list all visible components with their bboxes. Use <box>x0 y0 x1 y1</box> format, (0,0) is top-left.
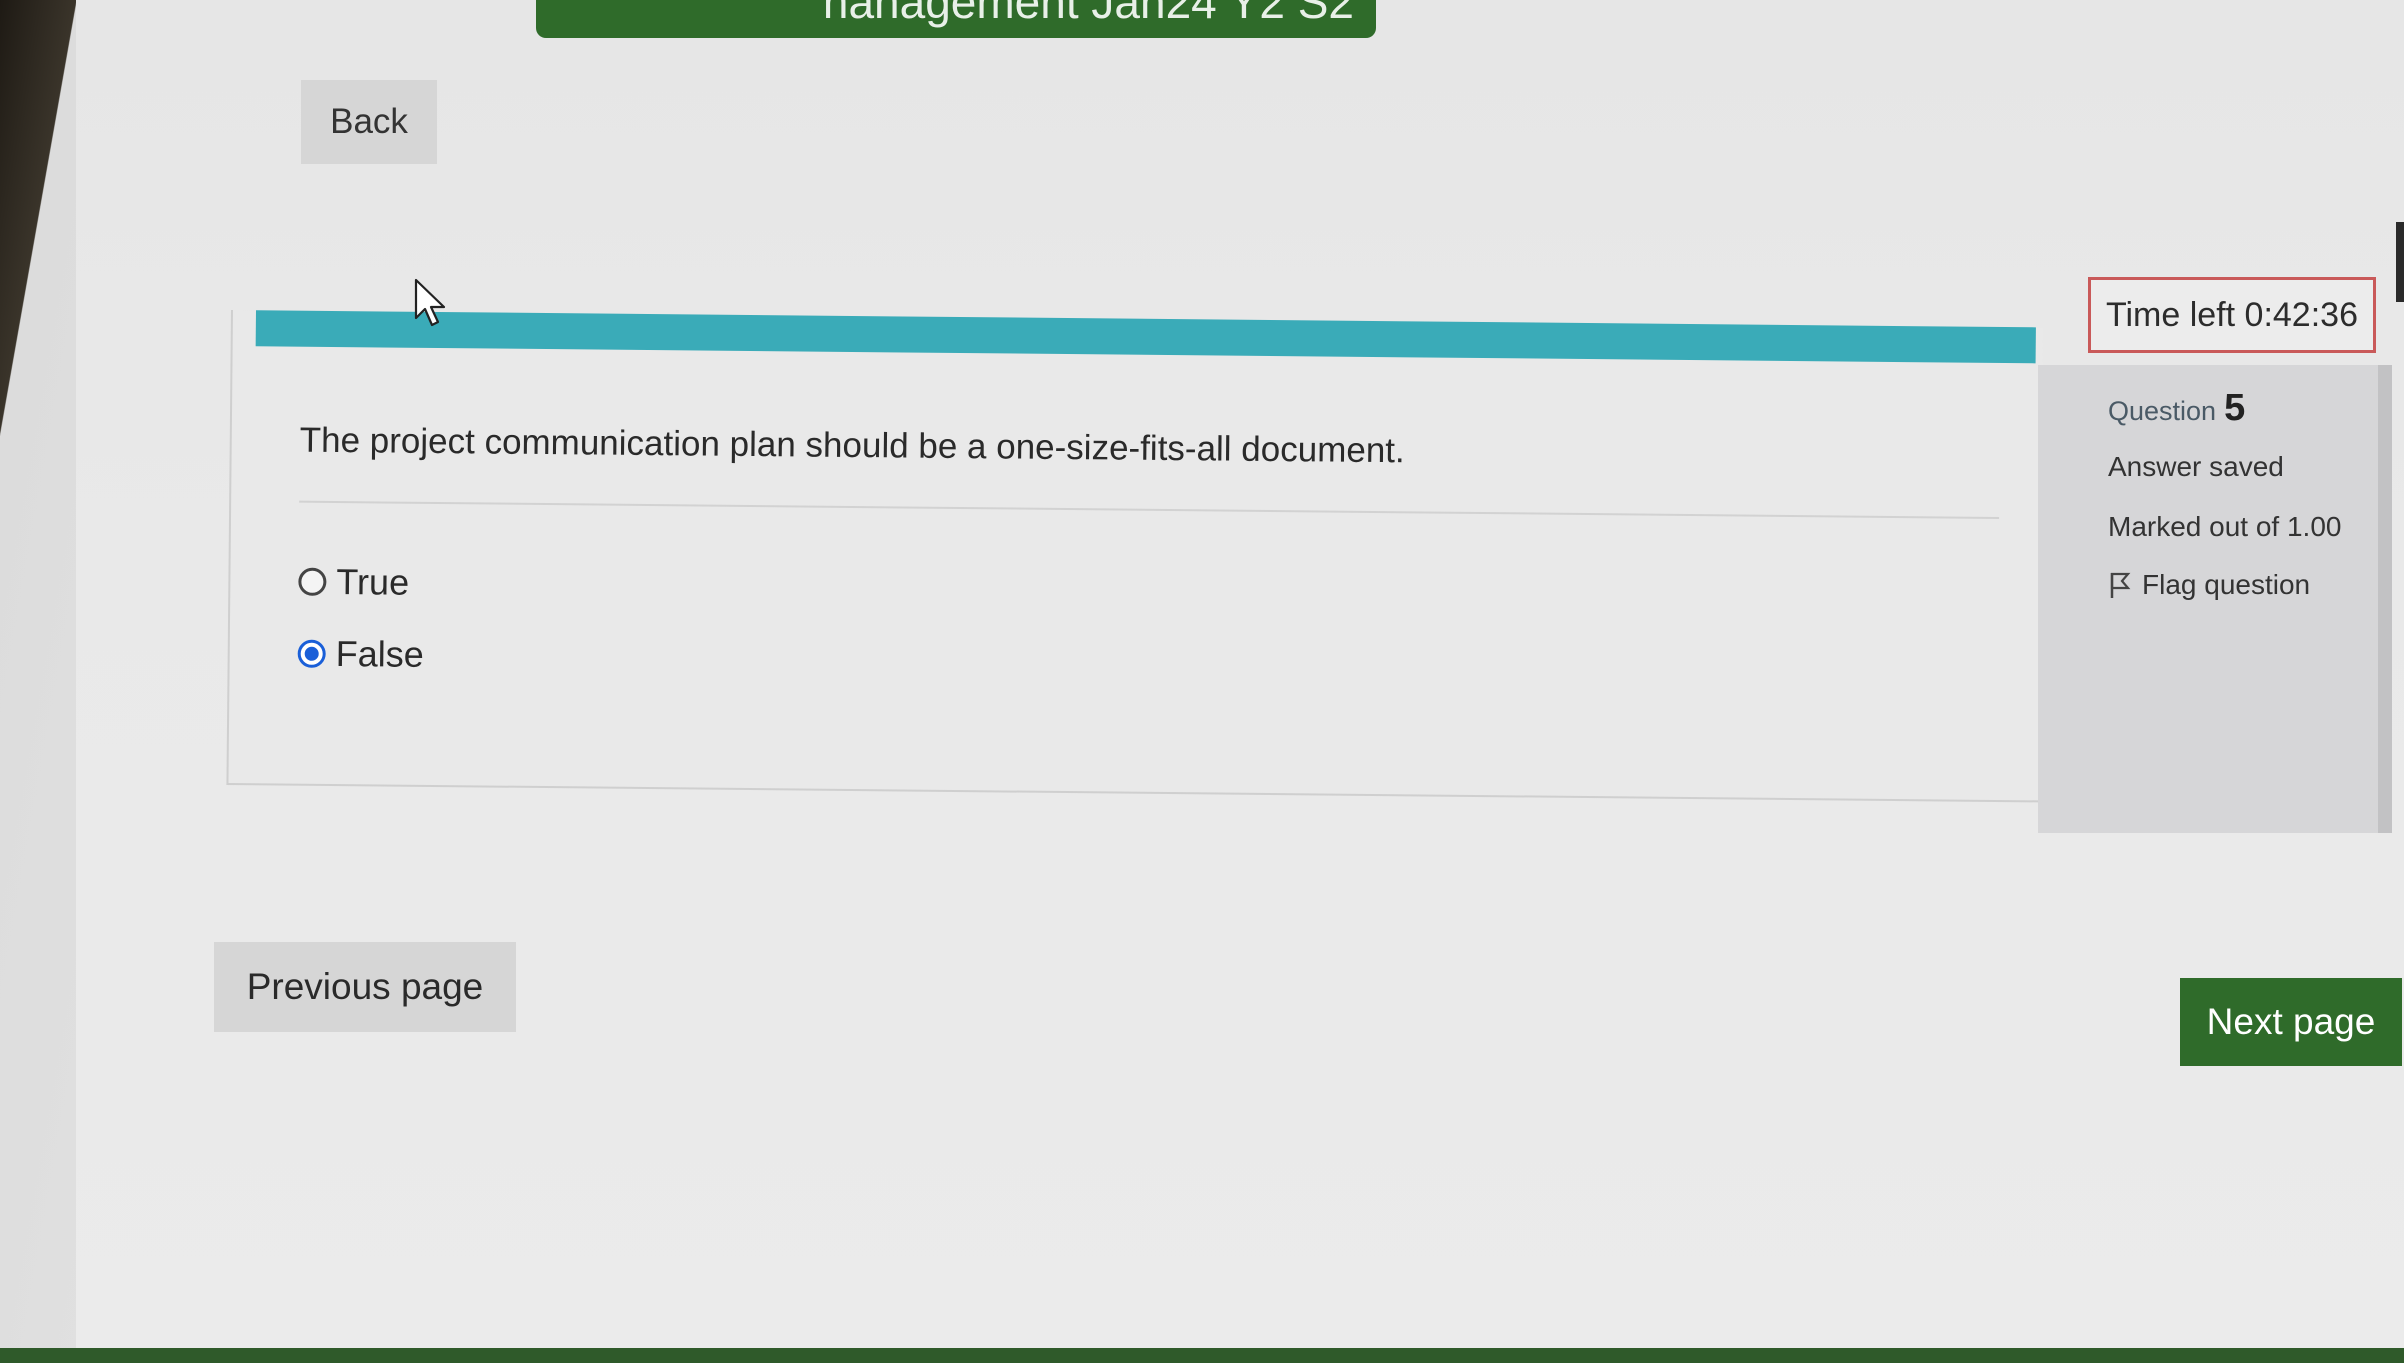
flag-question-label[interactable]: Flag question <box>2142 569 2310 601</box>
flag-question-link[interactable]: Flag question <box>2108 569 2310 601</box>
course-title: nanagement Jan24 Y2 S2 <box>822 0 1354 28</box>
back-button[interactable]: Back <box>301 80 437 164</box>
panel-scrollbar <box>2378 365 2392 833</box>
screen-edge <box>2396 222 2404 302</box>
question-text: The project communication plan should be… <box>299 420 1405 471</box>
course-title-bar: nanagement Jan24 Y2 S2 <box>536 0 1376 38</box>
question-number-value: 5 <box>2224 387 2246 429</box>
option-true[interactable]: True <box>298 561 409 604</box>
question-divider <box>299 500 2000 519</box>
question-number: Question 5 <box>2108 387 2245 430</box>
radio-false-selected[interactable] <box>297 639 326 668</box>
option-true-label[interactable]: True <box>336 561 409 604</box>
answer-status: Answer saved <box>2108 451 2284 482</box>
previous-page-button[interactable]: Previous page <box>214 942 516 1032</box>
option-false-label[interactable]: False <box>336 633 424 676</box>
time-left-text: Time left 0:42:36 <box>2106 295 2358 334</box>
footer-bar <box>0 1348 2404 1363</box>
flag-icon <box>2110 572 2131 598</box>
screen: nanagement Jan24 Y2 S2 Back Time left 0:… <box>0 0 2404 1363</box>
mouse-cursor-icon <box>414 278 446 327</box>
question-card: The project communication plan should be… <box>226 310 2043 803</box>
question-info-panel: Question 5 Answer saved Marked out of 1.0… <box>2038 365 2392 833</box>
question-label: Question <box>2108 396 2217 426</box>
option-false[interactable]: False <box>297 633 424 676</box>
time-left-indicator: Time left 0:42:36 <box>2088 277 2376 353</box>
marks-info: Marked out of 1.00 <box>2108 511 2342 542</box>
next-page-button[interactable]: Next page <box>2180 978 2402 1066</box>
radio-true[interactable] <box>298 567 327 596</box>
quiz-page: nanagement Jan24 Y2 S2 Back Time left 0:… <box>76 0 2404 1363</box>
question-accent-bar <box>255 310 2036 364</box>
